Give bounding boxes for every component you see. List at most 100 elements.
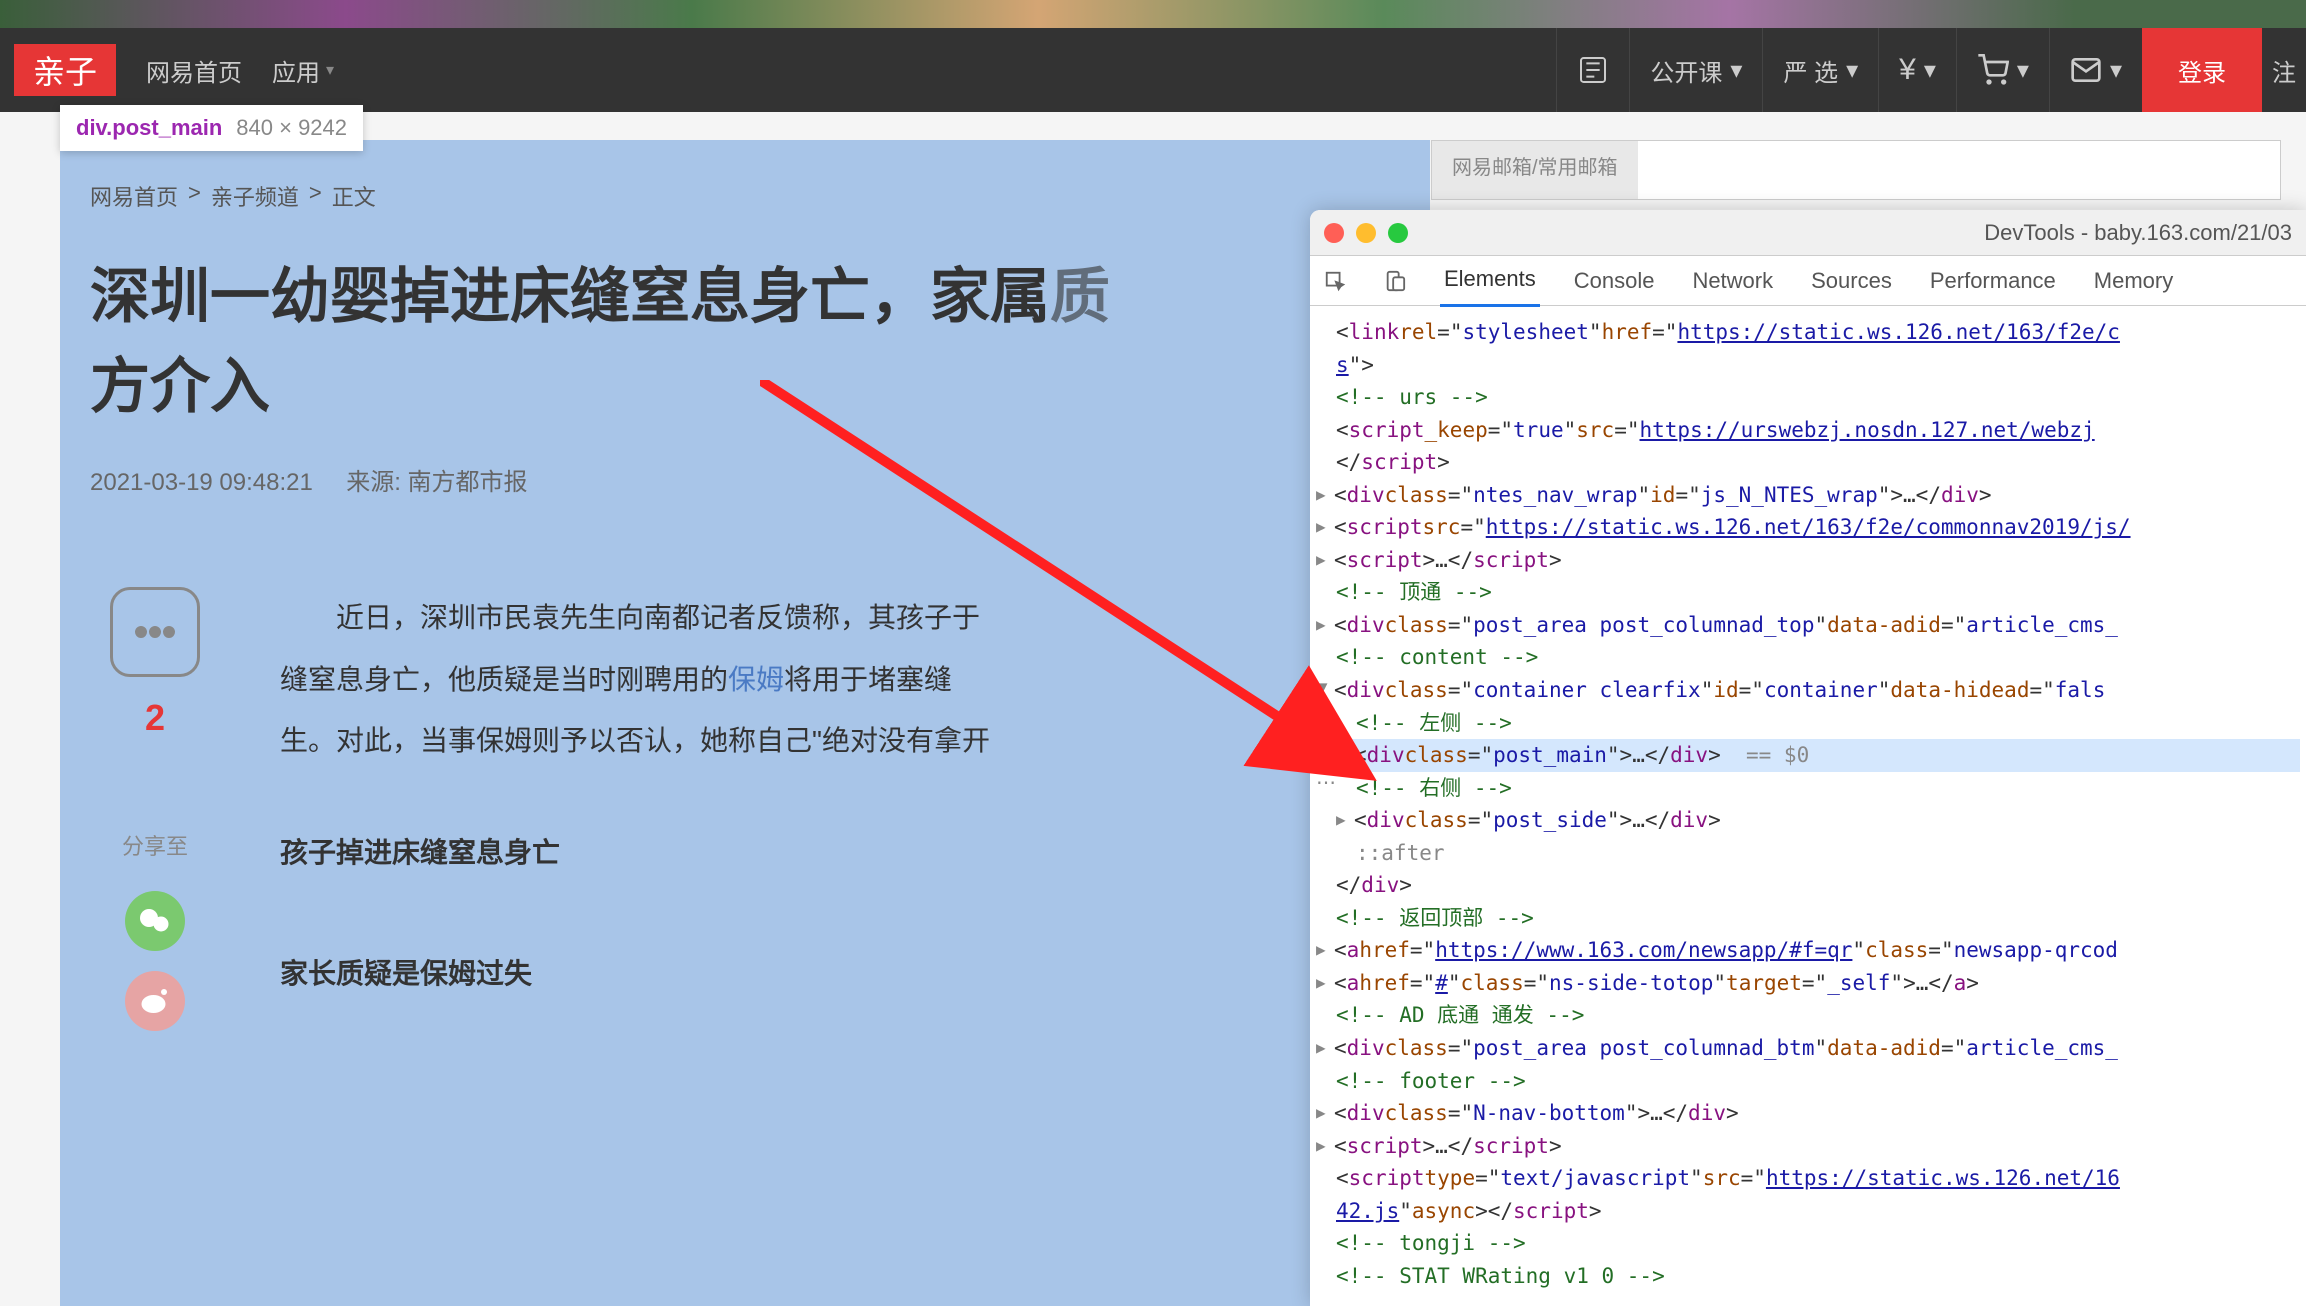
nav-yanxuan[interactable]: 严 选 ▾ — [1762, 28, 1878, 112]
code-line[interactable]: s"> — [1316, 349, 2300, 382]
comment-count: 2 — [145, 697, 165, 739]
logo[interactable]: 亲子 — [14, 44, 116, 96]
nav-app-label: 应用 — [272, 53, 320, 88]
email-search-box: 网易邮箱/常用邮箱 — [1431, 140, 2281, 200]
devtools-titlebar: DevTools - baby.163.com/21/03 — [1310, 210, 2306, 256]
breadcrumb-home[interactable]: 网易首页 — [90, 180, 178, 212]
decorative-strip — [0, 0, 2306, 28]
breadcrumb-sep: > — [309, 180, 322, 212]
share-wechat[interactable] — [125, 891, 185, 951]
code-line[interactable]: <link rel="stylesheet" href="https://sta… — [1316, 316, 2300, 349]
link-baomu[interactable]: 保姆 — [728, 664, 784, 695]
cart-icon — [1977, 54, 2009, 86]
nav-cart[interactable]: ▾ — [1956, 28, 2049, 112]
tooltip-dimensions: 840 × 9242 — [236, 115, 347, 141]
devtools-title: DevTools - baby.163.com/21/03 — [1984, 220, 2292, 246]
code-line[interactable]: 42.js" async></script> — [1316, 1195, 2300, 1228]
nav-openclass[interactable]: 公开课▾ — [1629, 28, 1762, 112]
code-line[interactable]: <!-- urs --> — [1316, 381, 2300, 414]
breadcrumb-sep: > — [188, 180, 201, 212]
code-line[interactable]: ▶<div class="post_area post_columnad_top… — [1316, 609, 2300, 642]
chevron-down-icon: ▾ — [1924, 56, 1936, 85]
email-tab[interactable]: 网易邮箱/常用邮箱 — [1432, 141, 1638, 199]
code-line[interactable]: ▶<div class="N-nav-bottom">…</div> — [1316, 1097, 2300, 1130]
article-title: 深圳一幼婴掉进床缝窒息身亡，家属质方介入 — [90, 252, 1400, 432]
code-line[interactable]: ::after — [1316, 837, 2300, 870]
code-line[interactable]: <!-- content --> — [1316, 641, 2300, 674]
article-date: 2021-03-19 09:48:21 — [90, 469, 313, 496]
code-line[interactable]: <!-- footer --> — [1316, 1065, 2300, 1098]
code-line[interactable]: <!-- 左侧 --> — [1316, 707, 2300, 740]
tab-elements[interactable]: Elements — [1440, 254, 1540, 307]
code-line[interactable]: ▶<div class="ntes_nav_wrap" id="js_N_NTE… — [1316, 479, 2300, 512]
tab-console[interactable]: Console — [1570, 256, 1659, 306]
chevron-down-icon: ▾ — [2017, 56, 2029, 85]
code-line[interactable]: <!-- 右侧 --> — [1316, 772, 2300, 805]
netease-icon — [1577, 54, 1609, 86]
code-line[interactable]: <!-- STAT WRating v1 0 --> — [1316, 1260, 2300, 1293]
device-toggle-icon[interactable] — [1380, 266, 1410, 296]
article-source[interactable]: 南方都市报 — [408, 469, 528, 496]
nav-right: 公开课▾ 严 选▾ ¥▾ ▾ ▾ 登录 注 — [1556, 28, 2306, 112]
tab-network[interactable]: Network — [1688, 256, 1777, 306]
inspector-tooltip: div.post_main 840 × 9242 — [60, 105, 363, 151]
nav-notice[interactable]: 注 — [2262, 28, 2306, 112]
comment-button[interactable] — [110, 587, 200, 677]
article-source-label: 来源: — [346, 469, 401, 496]
minimize-window-icon[interactable] — [1356, 223, 1376, 243]
chevron-down-icon: ▾ — [1846, 56, 1858, 85]
section-h2: 家长质疑是保姆过失 — [280, 943, 1400, 1005]
devtools-elements-tree[interactable]: <link rel="stylesheet" href="https://sta… — [1310, 306, 2306, 1302]
code-line[interactable]: <!-- AD 底通 通发 --> — [1316, 999, 2300, 1032]
wechat-icon — [137, 903, 173, 939]
code-line[interactable]: </div> — [1316, 869, 2300, 902]
devtools-panel: DevTools - baby.163.com/21/03 Elements C… — [1310, 210, 2306, 1306]
code-line[interactable]: ▶<a href="https://www.163.com/newsapp/#f… — [1316, 934, 2300, 967]
weibo-icon — [137, 983, 173, 1019]
code-line[interactable]: ▶<div class="post_side">…</div> — [1316, 804, 2300, 837]
article-text: 近日，深圳市民袁先生向南都记者反馈称，其孩子于 缝窒息身亡，他质疑是当时刚聘用的… — [280, 587, 1400, 1051]
nav-app[interactable]: 应用▾ — [272, 53, 334, 88]
p1b: 缝窒息身亡，他质疑是当时刚聘用的 — [280, 664, 728, 695]
nav-netease-icon[interactable] — [1556, 28, 1629, 112]
code-line[interactable]: ▶<a href="#" class="ns-side-totop" targe… — [1316, 967, 2300, 1000]
tab-performance[interactable]: Performance — [1926, 256, 2060, 306]
share-column: 2 分享至 — [90, 587, 220, 1051]
tab-sources[interactable]: Sources — [1807, 256, 1896, 306]
tab-memory[interactable]: Memory — [2090, 256, 2177, 306]
nav-mail[interactable]: ▾ — [2049, 28, 2142, 112]
code-line[interactable]: ▶<div class="post_area post_columnad_btm… — [1316, 1032, 2300, 1065]
code-line[interactable]: </script> — [1316, 446, 2300, 479]
code-line[interactable]: <!-- tongji --> — [1316, 1227, 2300, 1260]
share-label: 分享至 — [122, 829, 188, 861]
breadcrumb: 网易首页 > 亲子频道 > 正文 — [90, 180, 1400, 212]
p1c: 将用于堵塞缝 — [784, 664, 952, 695]
mail-icon — [2070, 54, 2102, 86]
share-weibo[interactable] — [125, 971, 185, 1031]
code-line[interactable]: ▶<div class="container clearfix" id="con… — [1316, 674, 2300, 707]
code-line[interactable]: <script type="text/javascript" src="http… — [1316, 1162, 2300, 1195]
window-controls — [1324, 223, 1408, 243]
breadcrumb-channel[interactable]: 亲子频道 — [211, 180, 299, 212]
maximize-window-icon[interactable] — [1388, 223, 1408, 243]
yen-icon: ¥ — [1899, 53, 1916, 87]
nav-home[interactable]: 网易首页 — [146, 53, 242, 88]
login-button[interactable]: 登录 — [2142, 28, 2262, 112]
p1d: 生。对此，当事保姆则予以否认，她称自己"绝对没有拿开 — [280, 710, 1400, 772]
code-line[interactable]: ▶<script>…</script> — [1316, 1130, 2300, 1163]
code-line[interactable]: <script _keep="true" src="https://ursweb… — [1316, 414, 2300, 447]
section-h1: 孩子掉进床缝窒息身亡 — [280, 822, 1400, 884]
code-line[interactable]: ▶<script src="https://static.ws.126.net/… — [1316, 511, 2300, 544]
nav-currency[interactable]: ¥▾ — [1878, 28, 1956, 112]
code-line-selected[interactable]: ▶<div class="post_main">…</div> == $0 — [1316, 739, 2300, 772]
code-line[interactable]: ▶<script>…</script> — [1316, 544, 2300, 577]
p1a: 近日，深圳市民袁先生向南都记者反馈称，其孩子于 — [336, 602, 980, 633]
close-window-icon[interactable] — [1324, 223, 1344, 243]
devtools-line-menu-icon[interactable]: ⋯ — [1316, 770, 1336, 795]
code-line[interactable]: <!-- 顶通 --> — [1316, 576, 2300, 609]
nav-yanxuan-label: 严 选 — [1783, 53, 1838, 88]
tooltip-selector: div.post_main — [76, 115, 222, 141]
code-line[interactable]: <!-- 返回顶部 --> — [1316, 902, 2300, 935]
inspect-icon[interactable] — [1320, 266, 1350, 296]
comment-icon — [131, 614, 179, 650]
